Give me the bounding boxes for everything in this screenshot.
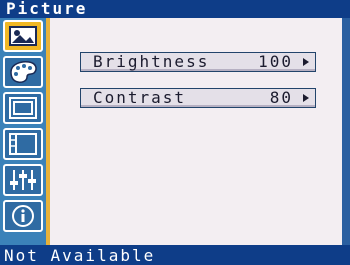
status-text: Not Available <box>4 246 156 265</box>
contrast-label: Contrast <box>93 88 187 107</box>
title-bar: Picture <box>0 0 350 18</box>
brightness-label: Brightness <box>93 52 210 71</box>
contrast-value: 80 <box>269 88 293 107</box>
brightness-value: 100 <box>258 52 293 71</box>
menu-title: Picture <box>6 0 88 18</box>
picture-icon[interactable] <box>3 20 43 52</box>
image-setup-icon[interactable] <box>3 128 43 160</box>
right-border <box>342 18 350 245</box>
arrow-right-icon[interactable] <box>303 58 309 66</box>
palette-icon[interactable] <box>3 56 43 88</box>
arrow-right-icon[interactable] <box>303 94 309 102</box>
contrast-row[interactable]: Contrast 80 <box>80 88 316 108</box>
info-icon[interactable] <box>3 200 43 232</box>
brightness-row[interactable]: Brightness 100 <box>80 52 316 72</box>
osd-menu: Picture Brightness 100 Contrast 80 Not A… <box>0 0 350 265</box>
sidebar <box>0 18 46 245</box>
status-bar: Not Available <box>0 245 350 265</box>
sliders-icon[interactable] <box>3 164 43 196</box>
screen-position-icon[interactable] <box>3 92 43 124</box>
